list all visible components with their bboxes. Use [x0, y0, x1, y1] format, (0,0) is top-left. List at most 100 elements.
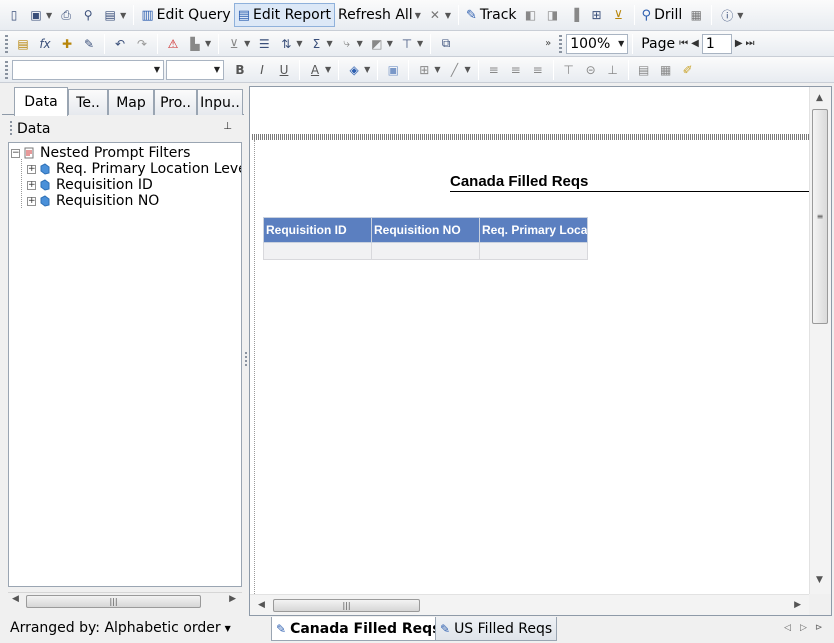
scroll-right-icon[interactable]: ▶	[229, 594, 236, 604]
new-document-icon[interactable]: ▯	[4, 5, 24, 25]
tab-scroll-right-icon[interactable]: ▷	[800, 623, 807, 633]
scroll-thumb[interactable]: ≡	[812, 109, 828, 324]
align-center-icon[interactable]: ≡	[506, 60, 526, 80]
tab-us-filled-reqs[interactable]: ✎ US Filled Reqs	[435, 617, 558, 641]
view-dropdown-icon[interactable]: ▼	[120, 11, 126, 20]
borders-icon[interactable]: ⊞	[414, 60, 434, 80]
scroll-up-icon[interactable]: ▲	[816, 93, 823, 103]
break-icon[interactable]: ☰	[254, 34, 274, 54]
filter-dropdown-icon[interactable]: ▼	[244, 39, 250, 48]
redo-icon[interactable]: ↷	[132, 34, 152, 54]
expand-icon[interactable]: +	[27, 180, 36, 190]
font-size-select[interactable]: ▼	[166, 59, 224, 80]
sum-icon[interactable]: Σ	[306, 34, 326, 54]
tab-templates[interactable]: Te..	[68, 89, 108, 115]
freeze-icon[interactable]: ▐	[565, 5, 585, 25]
report-table[interactable]: Requisition ID Requisition NO Req. Prima…	[263, 217, 588, 260]
alert-icon[interactable]: ⚠	[163, 34, 183, 54]
arrange-icon[interactable]: ◩	[367, 34, 387, 54]
scroll-left-icon[interactable]: ◀	[12, 594, 19, 604]
column-header[interactable]: Req. Primary Locat	[479, 217, 588, 243]
toolbar-grip[interactable]	[559, 34, 563, 53]
font-color-dropdown-icon[interactable]: ▼	[325, 65, 331, 74]
edit-report-button[interactable]: ▤ Edit Report	[233, 3, 335, 27]
report-horizontal-scrollbar[interactable]: ◀ ||| ▶	[250, 594, 809, 615]
tree-item[interactable]: + Requisition NO	[27, 193, 159, 209]
first-page-icon[interactable]: ⏮	[679, 38, 688, 49]
tab-input-controls[interactable]: Inpu..	[197, 89, 243, 115]
edit-query-button[interactable]: ▥ Edit Query	[138, 3, 233, 27]
underline-button[interactable]: U	[274, 60, 294, 80]
toolbar-overflow-icon[interactable]: »	[545, 38, 551, 49]
formula-icon[interactable]: fx	[35, 34, 55, 54]
track-button[interactable]: ✎ Track	[463, 3, 520, 27]
turn-to-dropdown-icon[interactable]: ▼	[357, 39, 363, 48]
borders-dropdown-icon[interactable]: ▼	[434, 65, 440, 74]
italic-button[interactable]: I	[252, 60, 272, 80]
report-title[interactable]: Canada Filled Reqs	[450, 173, 588, 190]
undo-icon[interactable]: ↶	[110, 34, 130, 54]
unmerge-icon[interactable]: ◨	[543, 5, 563, 25]
expand-icon[interactable]: +	[27, 164, 36, 174]
arrange-dropdown-icon[interactable]: ▼	[387, 39, 393, 48]
table-cell[interactable]	[263, 242, 372, 260]
snapshot-icon[interactable]: ▦	[686, 5, 706, 25]
cell-padding-icon[interactable]: ▦	[656, 60, 676, 80]
tab-list-icon[interactable]: ⊳	[815, 623, 823, 633]
report-canvas[interactable]: Canada Filled Reqs Requisition ID Requis…	[250, 87, 809, 594]
sort-dropdown-icon[interactable]: ▼	[296, 39, 302, 48]
tree-horizontal-scrollbar[interactable]: ◀ ||| ▶	[8, 592, 242, 609]
sum-dropdown-icon[interactable]: ▼	[326, 39, 332, 48]
align-middle-icon[interactable]: ⊝	[581, 60, 601, 80]
arranged-by-selector[interactable]: Arranged by: Alphabetic order ▼	[0, 614, 244, 642]
expand-icon[interactable]: +	[27, 196, 36, 206]
align-bottom-icon[interactable]: ⊥	[603, 60, 623, 80]
toolbar-grip[interactable]	[5, 60, 8, 79]
page-number-input[interactable]: 1	[701, 33, 732, 54]
wrap-text-icon[interactable]: ▤	[634, 60, 654, 80]
save-dropdown-icon[interactable]: ▼	[46, 11, 52, 20]
scroll-down-icon[interactable]: ▼	[816, 575, 823, 585]
tree-item[interactable]: + Requisition ID	[27, 177, 153, 193]
tree-root[interactable]: − Nested Prompt Filters	[11, 145, 190, 161]
font-name-select[interactable]: ▼	[12, 59, 164, 80]
line-style-icon[interactable]: ╱	[444, 60, 464, 80]
align-right-icon[interactable]: ≡	[528, 60, 548, 80]
last-page-icon[interactable]: ⏭	[746, 38, 755, 49]
align-top-icon[interactable]: ⊤	[559, 60, 579, 80]
collapse-icon[interactable]: −	[11, 148, 20, 158]
report-vertical-scrollbar[interactable]: ▲ ≡ ▼	[809, 87, 831, 594]
tab-map[interactable]: Map	[108, 89, 154, 115]
format-icon[interactable]: ✎	[79, 34, 99, 54]
panel-grip[interactable]	[10, 121, 12, 137]
print-icon[interactable]: ⎙	[56, 5, 76, 25]
fill-color-dropdown-icon[interactable]: ▼	[364, 65, 370, 74]
tree-item[interactable]: + Req. Primary Location Leve	[27, 161, 241, 177]
copy-format-icon[interactable]: ⧉	[436, 34, 456, 54]
toolbar-grip[interactable]	[5, 34, 8, 53]
zoom-select[interactable]: 100% ▼	[566, 33, 629, 54]
filter-icon[interactable]: ⊻	[224, 34, 244, 54]
align-objects-icon[interactable]: ⊤	[397, 34, 417, 54]
view-structure-icon[interactable]: ▤	[100, 5, 120, 25]
ranking-icon[interactable]: ▙	[185, 34, 205, 54]
filter-bar-icon[interactable]: ⊻	[609, 5, 629, 25]
table-cell[interactable]	[371, 242, 480, 260]
line-style-dropdown-icon[interactable]: ▼	[464, 65, 470, 74]
refresh-dropdown-icon[interactable]: ▼	[415, 11, 421, 20]
scroll-left-icon[interactable]: ◀	[258, 600, 265, 610]
next-page-icon[interactable]: ▶	[735, 38, 743, 49]
help-icon[interactable]: ⓘ	[717, 5, 737, 25]
tab-canada-filled-reqs[interactable]: ✎ Canada Filled Reqs	[271, 617, 446, 641]
variable-icon[interactable]: ✚	[57, 34, 77, 54]
clear-format-icon[interactable]: ✐	[678, 60, 698, 80]
fill-color-icon[interactable]: ◈	[344, 60, 364, 80]
column-header[interactable]: Requisition ID	[263, 217, 372, 243]
ranking-dropdown-icon[interactable]: ▼	[205, 39, 211, 48]
table-cell[interactable]	[479, 242, 588, 260]
insert-icon[interactable]: ▤	[13, 34, 33, 54]
column-header[interactable]: Requisition NO	[371, 217, 480, 243]
purge-dropdown-icon[interactable]: ▼	[445, 11, 451, 20]
save-icon[interactable]: ▣	[26, 5, 46, 25]
tab-scroll-left-icon[interactable]: ◁	[784, 623, 791, 633]
